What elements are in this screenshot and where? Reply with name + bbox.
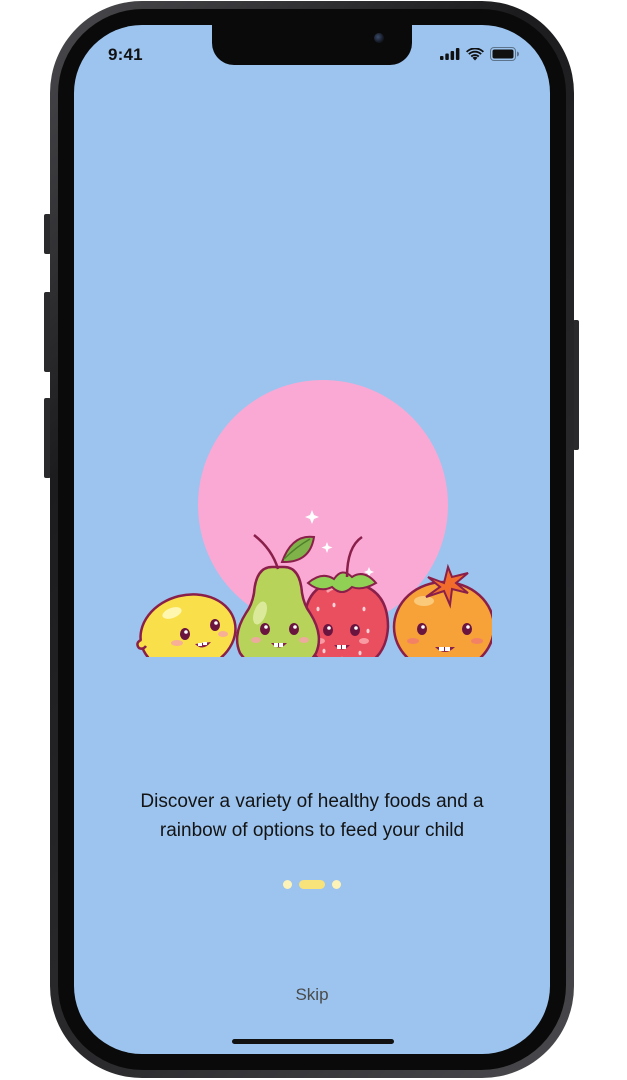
cellular-signal-icon (440, 48, 460, 60)
description-line-1: Discover a variety of healthy foods and … (140, 791, 484, 812)
status-icons (440, 47, 520, 61)
page-dot-3[interactable] (332, 880, 341, 889)
battery-icon (490, 47, 519, 61)
device-mockup: 9:41 Discover a variety of healthy foods… (0, 0, 627, 1080)
home-indicator[interactable] (232, 1039, 394, 1044)
skip-button[interactable]: Skip (74, 985, 550, 1005)
notch (212, 25, 412, 65)
onboarding-description: Discover a variety of healthy foods and … (94, 787, 530, 845)
page-indicator (74, 880, 550, 889)
page-dot-1[interactable] (283, 880, 292, 889)
description-line-2: rainbow of options to feed your child (159, 820, 465, 841)
wifi-icon (466, 47, 484, 60)
front-camera (374, 33, 384, 43)
app-screen: 9:41 Discover a variety of healthy foods… (74, 25, 550, 1054)
fruit-characters-illustration (136, 380, 492, 657)
lemon-character (136, 593, 237, 657)
status-time: 9:41 (108, 45, 143, 64)
page-dot-2-active[interactable] (299, 880, 325, 889)
